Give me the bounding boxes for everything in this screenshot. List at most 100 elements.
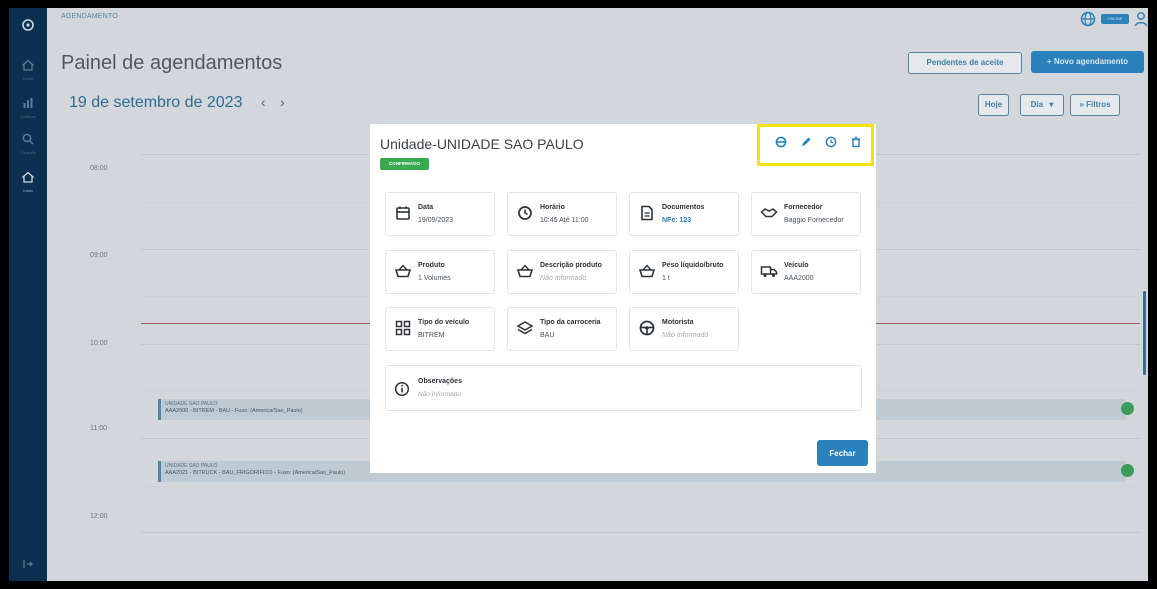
time-label: 08:00 <box>90 165 108 172</box>
sidebar-item-settings[interactable] <box>9 14 47 48</box>
time-label: 11:00 <box>90 425 107 432</box>
scrollbar[interactable] <box>1143 291 1146 375</box>
pending-approval-button[interactable]: Pendentes de aceite <box>908 52 1022 74</box>
card-value: Baggio Fornecedor <box>784 217 844 224</box>
home-icon <box>21 171 35 183</box>
handshake-icon <box>760 208 778 218</box>
card-value: BAU <box>540 332 555 339</box>
card-value: Não Informado <box>418 391 461 398</box>
sidebar-item-inicio[interactable]: Início <box>9 170 47 204</box>
basket-icon <box>394 264 412 278</box>
card-value: Não Informado <box>662 332 709 339</box>
sidebar-item-logout[interactable] <box>9 556 47 581</box>
prev-day-button[interactable]: ‹ <box>261 94 266 110</box>
view-select[interactable]: Dia ▾ <box>1020 94 1064 116</box>
card-label: Descrição produto <box>540 262 602 269</box>
info-card-documents: Documentos NFe: 123 <box>629 192 739 236</box>
close-button[interactable]: Fechar <box>817 440 868 466</box>
event-detail: AAA2021 - BITRUCK - BAU_FRIGORIFICO - Fu… <box>165 470 346 476</box>
chevron-down-icon: ▾ <box>1049 100 1054 109</box>
steering-wheel-icon <box>639 320 655 336</box>
today-button[interactable]: Hoje <box>978 94 1009 116</box>
event-unit: UNIDADE SAO PAULO <box>165 401 218 407</box>
sidebar-item-home[interactable]: Início <box>9 58 47 92</box>
new-schedule-button[interactable]: + Novo agendamento <box>1031 51 1144 73</box>
sidebar-item-charts[interactable]: Gráficos <box>9 96 47 130</box>
info-card-body-type: Tipo da carroceria BAU <box>507 307 617 351</box>
app-window: Início Gráficos Consulta Início AGENDAME… <box>9 8 1148 581</box>
filters-button[interactable]: » Filtros <box>1070 94 1120 116</box>
info-card-product: Produto 1 Volumes <box>385 250 495 294</box>
basket-icon <box>516 264 534 278</box>
sidebar-item-search[interactable]: Consulta <box>9 132 47 166</box>
grid-line <box>141 532 1140 533</box>
search-icon <box>22 133 34 145</box>
breadcrumb: AGENDAMENTO <box>61 13 118 20</box>
time-label: 10:00 <box>90 340 108 347</box>
card-label: Observações <box>418 378 462 385</box>
grid-line <box>141 486 1140 487</box>
globe-icon[interactable] <box>1080 11 1096 27</box>
card-value: BITREM <box>418 332 445 339</box>
event-status-icon <box>1121 464 1134 477</box>
observations-card: Observações Não Informado <box>385 365 862 411</box>
card-label: Tipo da carroceria <box>540 319 601 326</box>
document-link[interactable]: NFe: 123 <box>662 217 691 224</box>
truck-icon <box>760 266 778 277</box>
card-value: 1 t <box>662 275 670 282</box>
info-card-time: Horário 10:45 Até 11:00 <box>507 192 617 236</box>
event-status-icon <box>1121 402 1134 415</box>
card-label: Data <box>418 204 434 211</box>
user-icon[interactable] <box>1134 11 1148 27</box>
settings-icon <box>22 19 34 31</box>
info-card-product-description: Descrição produto Não Informado <box>507 250 617 294</box>
document-icon <box>641 205 653 221</box>
view-select-value: Dia <box>1030 100 1044 109</box>
card-label: Tipo do veículo <box>418 319 470 326</box>
page-title: Painel de agendamentos <box>61 52 283 74</box>
date-navigator: 19 de setembro de 2023 ‹ › <box>69 94 285 112</box>
card-value: 10:45 Até 11:00 <box>540 217 589 224</box>
card-label: Peso líquido/bruto <box>662 262 724 269</box>
card-label: Documentos <box>662 204 705 211</box>
logout-icon <box>23 560 33 568</box>
card-label: Veículo <box>784 262 809 269</box>
appointment-details-modal: Unidade-UNIDADE SAO PAULO CONFIRMADO Dat… <box>370 124 876 473</box>
sidebar-item-label: Início <box>23 188 33 193</box>
info-card-vehicle: Veículo AAA2000 <box>751 250 861 294</box>
info-card-date: Data 19/09/2023 <box>385 192 495 236</box>
card-label: Fornecedor <box>784 204 823 211</box>
status-badge: CONFIRMADO <box>380 158 429 170</box>
status-badge: ONLINE <box>1101 14 1129 24</box>
info-card-weight: Peso líquido/bruto 1 t <box>629 250 739 294</box>
actions-highlight <box>757 124 874 166</box>
time-label: 09:00 <box>90 252 108 259</box>
card-label: Motorista <box>662 319 694 326</box>
event-detail: AAA2000 - BITREM - BAU - Fuso: (America/… <box>165 408 303 414</box>
layers-icon <box>516 321 534 335</box>
sidebar-item-label: Gráficos <box>20 114 36 119</box>
card-value: 1 Volumes <box>418 275 451 282</box>
info-card-driver: Motorista Não Informado <box>629 307 739 351</box>
current-date: 19 de setembro de 2023 <box>69 94 243 111</box>
next-day-button[interactable]: › <box>280 94 285 110</box>
sidebar: Início Gráficos Consulta Início <box>9 8 47 581</box>
card-label: Horário <box>540 204 565 211</box>
time-label: 12:00 <box>90 513 108 520</box>
modal-title: Unidade-UNIDADE SAO PAULO <box>380 136 584 152</box>
card-value: Não Informado <box>540 275 587 282</box>
sidebar-item-label: Consulta <box>20 150 36 155</box>
info-card-vehicle-type: Tipo do veículo BITREM <box>385 307 495 351</box>
grid-icon <box>395 320 411 336</box>
info-card-supplier: Fornecedor Baggio Fornecedor <box>751 192 861 236</box>
calendar-icon <box>396 206 410 220</box>
basket-icon <box>638 264 656 278</box>
card-value: AAA2000 <box>784 275 814 282</box>
sidebar-item-label: Início <box>23 76 33 81</box>
info-icon <box>394 381 410 397</box>
clock-icon <box>518 206 532 220</box>
home-icon <box>21 59 35 71</box>
chart-icon <box>23 98 33 108</box>
main-area: AGENDAMENTO ONLINE Painel de agendamento… <box>47 8 1148 581</box>
card-label: Produto <box>418 262 445 269</box>
